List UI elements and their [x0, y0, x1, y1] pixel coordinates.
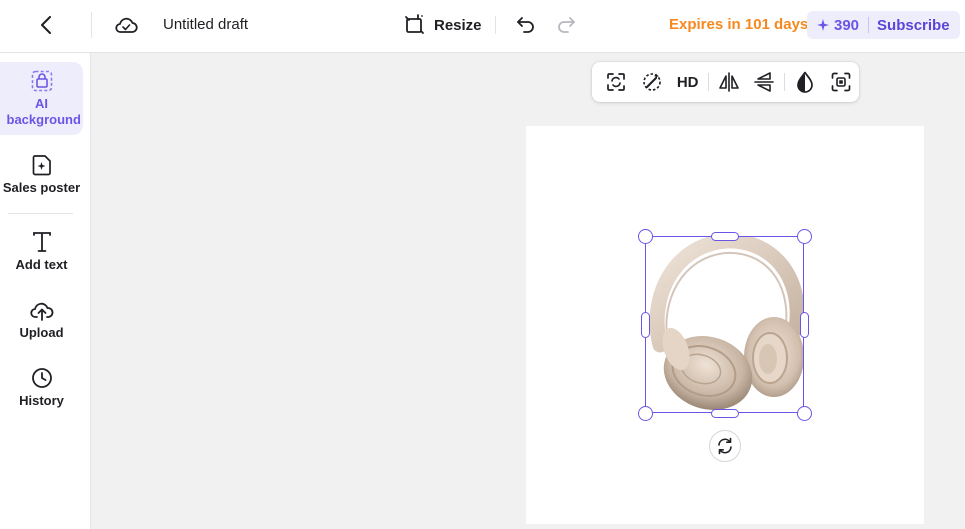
magic-eraser-icon [642, 73, 661, 91]
resize-handle-right[interactable] [800, 312, 809, 338]
credits-count: 390 [834, 16, 860, 34]
opacity-icon [797, 71, 814, 93]
sidebar-item-label: Upload [19, 325, 64, 340]
selection-frame[interactable] [645, 236, 804, 413]
divider [91, 12, 92, 38]
opacity-button[interactable] [787, 66, 823, 98]
sidebar-item-ai-background[interactable]: AI background [0, 62, 83, 135]
flip-vertical-icon [754, 72, 775, 92]
ai-background-icon [31, 70, 52, 92]
cloud-icon [115, 17, 138, 33]
divider [8, 213, 73, 214]
resize-handle-top-left[interactable] [638, 229, 653, 244]
divider [784, 73, 786, 91]
resize-handle-bottom-left[interactable] [638, 406, 653, 421]
replace-icon [607, 73, 625, 91]
expires-notice[interactable]: Expires in 101 days [669, 16, 808, 33]
upload-cloud-icon [29, 302, 53, 321]
back-button[interactable] [32, 10, 62, 40]
rotate-icon [718, 437, 732, 455]
cloud-save-button[interactable] [110, 10, 142, 40]
resize-icon [405, 14, 424, 34]
resize-handle-top-right[interactable] [797, 229, 812, 244]
image-toolbar: HD [592, 62, 859, 102]
flip-horizontal-button[interactable] [711, 66, 747, 98]
undo-icon [517, 17, 534, 33]
subscribe-button[interactable]: Subscribe [877, 17, 950, 34]
divider [868, 17, 870, 33]
redo-button[interactable] [552, 11, 580, 39]
left-sidebar: AI background Sales poster Add text Uplo… [0, 53, 91, 529]
sidebar-item-upload[interactable]: Upload [0, 299, 83, 341]
sidebar-item-label: Sales poster [2, 180, 81, 195]
divider [707, 73, 709, 91]
clock-icon [31, 368, 52, 388]
top-bar: Untitled draft Resize Expires in 101 day… [0, 0, 965, 53]
sidebar-item-history[interactable]: History [0, 367, 83, 409]
sparkle-icon [817, 19, 829, 31]
undo-button[interactable] [512, 11, 540, 39]
resize-label: Resize [434, 16, 482, 34]
resize-button[interactable]: Resize [404, 12, 482, 38]
chevron-left-icon [41, 16, 51, 34]
sales-poster-icon [32, 155, 51, 176]
sidebar-item-label: History [19, 393, 64, 408]
sidebar-item-add-text[interactable]: Add text [0, 231, 83, 273]
sidebar-item-label: Add text [15, 257, 68, 272]
redo-icon [558, 17, 575, 33]
resize-handle-left[interactable] [641, 312, 650, 338]
sidebar-item-label: AI background [6, 96, 81, 127]
resize-handle-bottom[interactable] [711, 409, 739, 418]
resize-handle-bottom-right[interactable] [797, 406, 812, 421]
magic-eraser-button[interactable] [634, 66, 670, 98]
draft-title[interactable]: Untitled draft [163, 16, 248, 33]
credits-counter[interactable]: 390 [807, 11, 859, 39]
crop-focus-button[interactable] [823, 66, 859, 98]
hd-button[interactable]: HD [670, 66, 706, 98]
crop-focus-icon [831, 72, 851, 92]
hd-label: HD [676, 73, 699, 91]
credits-subscribe-pill[interactable]: 390 Subscribe [807, 11, 960, 39]
sidebar-item-sales-poster[interactable]: Sales poster [0, 154, 83, 196]
rotate-button[interactable] [709, 430, 741, 462]
flip-horizontal-icon [718, 72, 739, 92]
replace-button[interactable] [598, 66, 634, 98]
resize-handle-top[interactable] [711, 232, 739, 241]
flip-vertical-button[interactable] [746, 66, 782, 98]
text-icon [32, 232, 51, 252]
divider [495, 16, 496, 34]
